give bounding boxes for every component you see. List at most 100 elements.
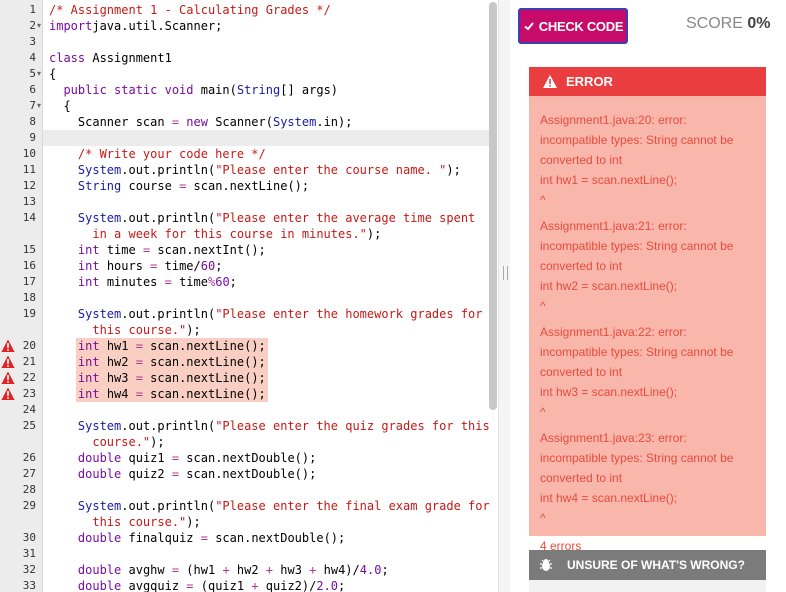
code-token: hw3	[99, 371, 136, 385]
code-line[interactable]: 4 class Assignment1	[0, 50, 500, 66]
line-number: 23	[22, 387, 36, 400]
code-line[interactable]: 8 Scanner scan = new Scanner(System.in);	[0, 114, 500, 130]
code-text: int hw1 = scan.nextLine();	[49, 338, 266, 354]
unsure-panel-body	[529, 580, 766, 592]
code-line[interactable]: 32 double avghw = (hw1 + hw2 + hw3 + hw4…	[0, 562, 500, 578]
code-token: scan.nextLine();	[142, 387, 266, 401]
code-line[interactable]: 21 int hw2 = scan.nextLine();	[0, 354, 500, 370]
fold-toggle-icon[interactable]: ▾	[37, 66, 41, 82]
code-token: =	[164, 275, 172, 289]
code-line[interactable]: 18	[0, 290, 500, 306]
code-text: int minutes = time%60;	[49, 274, 237, 290]
code-line[interactable]: 5 ▾ {	[0, 66, 500, 82]
code-line[interactable]: 11 System.out.println("Please enter the …	[0, 162, 500, 178]
code-line[interactable]: 20 int hw1 = scan.nextLine();	[0, 338, 500, 354]
code-text: int hours = time/60;	[49, 258, 223, 274]
code-line[interactable]: 28	[0, 482, 500, 498]
code-line[interactable]: 31	[0, 546, 500, 562]
code-token: =	[135, 387, 143, 401]
code-line[interactable]: 16 int hours = time/60;	[0, 258, 500, 274]
code-token: double	[77, 531, 122, 545]
line-number: 15	[22, 243, 36, 256]
code-line[interactable]: 6 public static void main(String[] args)	[0, 82, 500, 98]
code-line[interactable]: 33 double avgquiz = (quiz1 + quiz2)/2.0;	[0, 578, 500, 592]
code-line[interactable]: this course.");	[0, 322, 500, 338]
code-token: scan.nextDouble();	[179, 451, 317, 465]
code-token: int	[77, 387, 100, 401]
code-token: quiz2)/	[258, 579, 317, 592]
code-token: ;	[381, 563, 389, 577]
code-token: ;	[229, 275, 237, 289]
code-token: "Please enter the final exam grade for	[215, 499, 490, 513]
error-message: Assignment1.java:23: error: incompatible …	[540, 428, 756, 528]
code-token: scan.nextInt();	[150, 243, 266, 257]
code-text: /* Write your code here */	[49, 146, 266, 162]
code-token: double	[77, 563, 122, 577]
code-line[interactable]: 3	[0, 34, 500, 50]
code-token: "Please enter the course name. "	[215, 163, 447, 177]
fold-toggle-icon[interactable]: ▾	[37, 98, 41, 114]
code-token: course."	[92, 435, 151, 449]
line-number: 5	[29, 67, 36, 80]
code-token: public static void	[63, 83, 201, 97]
code-line[interactable]: 1 /* Assignment 1 - Calculating Grades */	[0, 2, 500, 18]
code-line[interactable]: 30 double finalquiz = scan.nextDouble();	[0, 530, 500, 546]
line-number: 14	[22, 211, 36, 224]
code-line[interactable]: 9	[0, 130, 500, 146]
splitter-grip-icon[interactable]	[503, 266, 508, 280]
code-token: =	[186, 579, 194, 592]
code-line[interactable]: 14 System.out.println("Please enter the …	[0, 210, 500, 226]
code-line[interactable]: 25 System.out.println("Please enter the …	[0, 418, 500, 434]
code-line[interactable]: 26 double quiz1 = scan.nextDouble();	[0, 450, 500, 466]
code-line[interactable]: 17 int minutes = time%60;	[0, 274, 500, 290]
editor-scrollbar[interactable]	[489, 2, 497, 410]
code-token: int	[77, 259, 100, 273]
code-line[interactable]: course.");	[0, 434, 500, 450]
code-line[interactable]: 7 ▾ {	[0, 98, 500, 114]
code-token: /* Write your code here */	[77, 147, 266, 161]
code-token: =	[200, 531, 208, 545]
code-line[interactable]: in a week for this course in minutes.");	[0, 226, 500, 242]
code-editor[interactable]: 1 /* Assignment 1 - Calculating Grades */…	[0, 0, 510, 592]
code-token: =	[135, 371, 143, 385]
code-token: double	[77, 579, 122, 592]
code-token: scan.nextDouble();	[179, 467, 317, 481]
code-text: {	[49, 66, 56, 82]
code-text: class Assignment1	[49, 50, 172, 66]
code-line[interactable]: 24	[0, 402, 500, 418]
score-label: SCORE	[686, 15, 743, 32]
code-line[interactable]: 13	[0, 194, 500, 210]
error-header-label: ERROR	[566, 74, 613, 89]
code-line[interactable]: 29 System.out.println("Please enter the …	[0, 498, 500, 514]
check-code-button[interactable]: CHECK CODE	[518, 8, 628, 44]
code-line[interactable]: 22 int hw3 = scan.nextLine();	[0, 370, 500, 386]
code-line[interactable]: this course.");	[0, 514, 500, 530]
score-value: 0%	[747, 15, 771, 32]
line-number: 26	[22, 451, 36, 464]
line-number: 33	[22, 579, 36, 592]
code-token: .out.println(	[121, 307, 216, 321]
code-text: String course = scan.nextLine();	[49, 178, 309, 194]
code-text: Scanner scan = new Scanner(System.in);	[49, 114, 353, 130]
line-number: 4	[29, 51, 36, 64]
code-token: this course."	[92, 323, 187, 337]
line-number: 7	[29, 99, 36, 112]
unsure-help-button[interactable]: UNSURE OF WHAT'S WRONG?	[529, 550, 766, 580]
fold-toggle-icon[interactable]: ▾	[37, 18, 41, 34]
code-token: int	[77, 275, 100, 289]
code-text: double quiz2 = scan.nextDouble();	[49, 466, 316, 482]
code-token: Assignment1	[85, 51, 172, 65]
code-line[interactable]: 19 System.out.println("Please enter the …	[0, 306, 500, 322]
code-line[interactable]: 2 ▾ importjava.util.Scanner;	[0, 18, 500, 34]
code-line[interactable]: 27 double quiz2 = scan.nextDouble();	[0, 466, 500, 482]
code-line[interactable]: 10 /* Write your code here */	[0, 146, 500, 162]
error-message: Assignment1.java:21: error: incompatible …	[540, 216, 756, 316]
code-token: String	[236, 83, 281, 97]
code-line[interactable]: 15 int time = scan.nextInt();	[0, 242, 500, 258]
code-line[interactable]: 12 String course = scan.nextLine();	[0, 178, 500, 194]
code-line[interactable]: 23 int hw4 = scan.nextLine();	[0, 386, 500, 402]
code-token: /* Assignment 1 - Calculating Grades */	[49, 3, 331, 17]
code-token: [] args)	[280, 83, 339, 97]
code-token: ;	[215, 259, 223, 273]
code-token: 60	[215, 275, 230, 289]
